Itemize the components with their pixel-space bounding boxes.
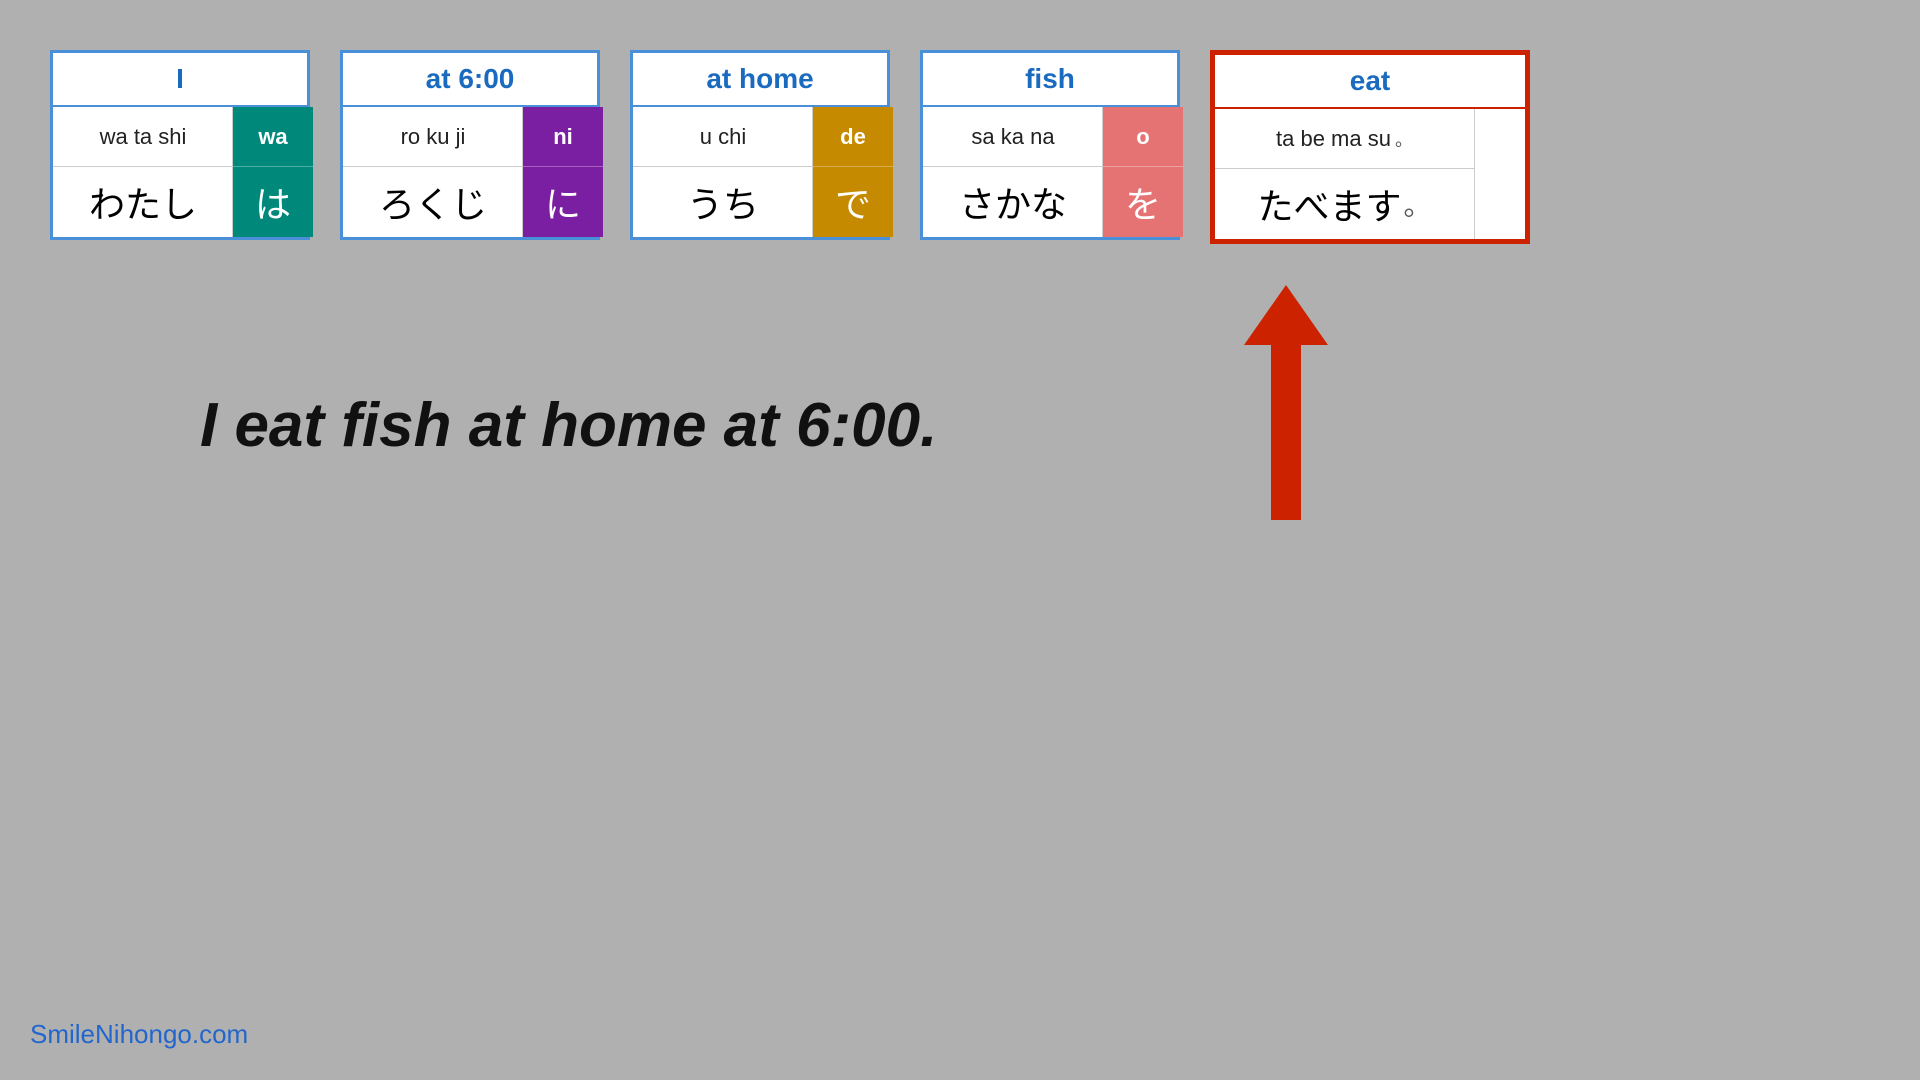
card-600-main: ro ku ji ろくじ: [343, 107, 523, 237]
card-I: I wa ta shi わたし wa は: [50, 50, 310, 240]
card-fish-body: sa ka na さかな o を: [923, 107, 1177, 237]
card-I-particle-romaji: wa: [233, 107, 313, 167]
card-home-romaji: u chi: [633, 107, 813, 167]
sentence: I eat fish at home at 6:00.: [200, 390, 937, 461]
card-fish-kana: さかな: [923, 167, 1103, 237]
watermark: SmileNihongo.com: [30, 1019, 248, 1050]
card-home-header: at home: [633, 53, 887, 107]
card-I-romaji: wa ta shi: [53, 107, 233, 167]
card-home-body: u chi うち de で: [633, 107, 887, 237]
card-fish: fish sa ka na さかな o を: [920, 50, 1180, 240]
card-eat-period-top: 。: [1395, 126, 1413, 152]
card-I-header: I: [53, 53, 307, 107]
card-I-kana: わたし: [53, 167, 233, 237]
card-I-particle-kana: は: [233, 167, 313, 237]
card-fish-particle: o を: [1103, 107, 1183, 237]
card-eat-main: ta be ma su 。 たべます 。: [1215, 109, 1475, 239]
card-600-particle-kana: に: [523, 167, 603, 237]
card-eat-header: eat: [1215, 55, 1525, 109]
card-fish-particle-kana: を: [1103, 167, 1183, 237]
card-eat-kana: たべます 。: [1215, 169, 1475, 239]
card-I-particle: wa は: [233, 107, 313, 237]
card-eat: eat ta be ma su 。 たべます 。: [1210, 50, 1530, 244]
card-600-romaji: ro ku ji: [343, 107, 523, 167]
card-eat-period-bottom: 。: [1404, 184, 1432, 224]
card-fish-romaji: sa ka na: [923, 107, 1103, 167]
card-eat-romaji: ta be ma su 。: [1215, 109, 1475, 169]
card-fish-main: sa ka na さかな: [923, 107, 1103, 237]
card-eat-body: ta be ma su 。 たべます 。: [1215, 109, 1525, 239]
card-home-particle: de で: [813, 107, 893, 237]
card-home: at home u chi うち de で: [630, 50, 890, 240]
card-600-particle: ni に: [523, 107, 603, 237]
card-home-kana: うち: [633, 167, 813, 237]
card-fish-particle-romaji: o: [1103, 107, 1183, 167]
cards-row: I wa ta shi わたし wa は at 6:00 ro ku ji ろく…: [50, 50, 1530, 244]
card-I-body: wa ta shi わたし wa は: [53, 107, 307, 237]
card-home-main: u chi うち: [633, 107, 813, 237]
card-600-particle-romaji: ni: [523, 107, 603, 167]
card-I-main: wa ta shi わたし: [53, 107, 233, 237]
card-fish-header: fish: [923, 53, 1177, 107]
arrow-shaft: [1271, 320, 1301, 520]
card-600-header: at 6:00: [343, 53, 597, 107]
card-600-kana: ろくじ: [343, 167, 523, 237]
card-600: at 6:00 ro ku ji ろくじ ni に: [340, 50, 600, 240]
card-home-particle-romaji: de: [813, 107, 893, 167]
card-home-particle-kana: で: [813, 167, 893, 237]
card-600-body: ro ku ji ろくじ ni に: [343, 107, 597, 237]
